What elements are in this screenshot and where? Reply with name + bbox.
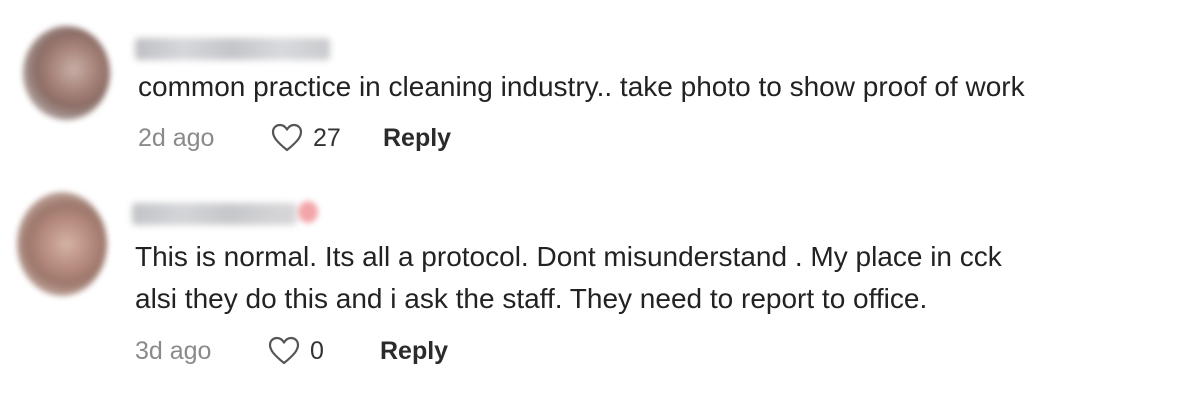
heart-outline-icon[interactable] <box>268 336 300 366</box>
like-count: 0 <box>310 336 324 365</box>
comment-meta: 3d ago 0 Reply <box>135 335 448 367</box>
comments-panel: common practice in cleaning industry.. t… <box>0 0 1200 413</box>
heart-emoji-icon <box>298 201 318 223</box>
comment-text-line-1: This is normal. Its all a protocol. Dont… <box>135 241 1002 272</box>
comment-text-line-2: alsi they do this and i ask the staff. T… <box>135 283 928 314</box>
reply-button[interactable]: Reply <box>380 337 448 366</box>
comment-time: 3d ago <box>135 336 212 365</box>
avatar[interactable] <box>17 192 107 296</box>
comment-item: This is normal. Its all a protocol. Dont… <box>0 0 1200 365</box>
username-blurred[interactable] <box>132 203 297 225</box>
